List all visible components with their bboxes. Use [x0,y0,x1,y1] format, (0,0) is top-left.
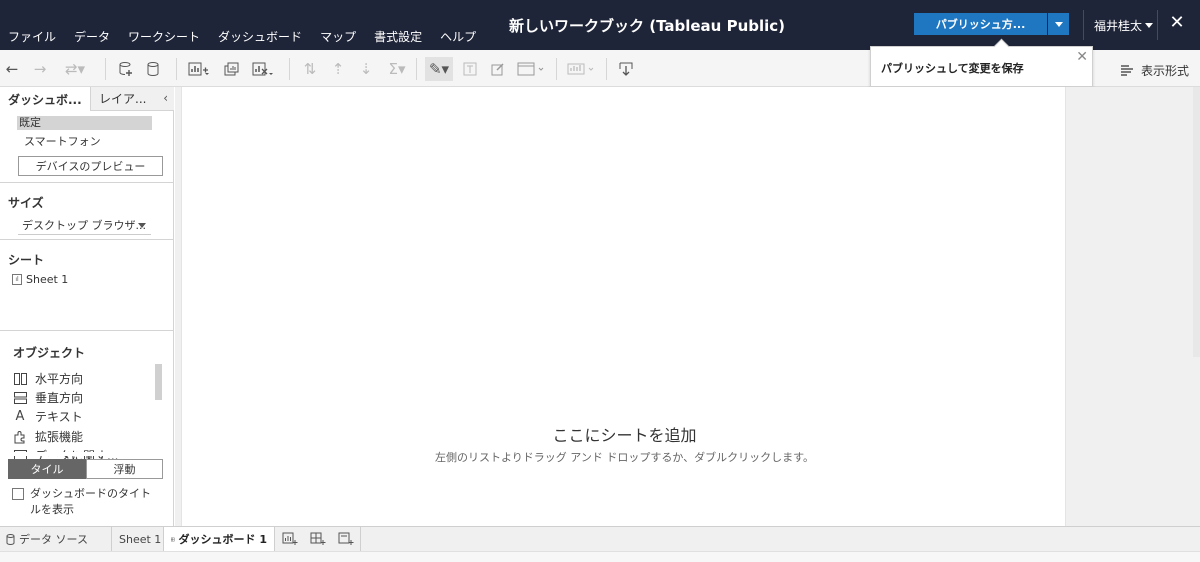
tab-sheet1[interactable]: Sheet 1 [112,527,164,551]
worksheet-icon: ıl [12,274,22,285]
new-worksheet-icon[interactable] [281,531,299,547]
float-toggle[interactable]: 浮動 [86,459,163,479]
section-divider [0,239,173,240]
chevron-left-icon[interactable]: ‹ [163,91,168,105]
tab-datasource-label: データ ソース [19,533,88,546]
size-section-title: サイズ [8,196,44,210]
object-horizontal-label: 水平方向 [35,372,84,386]
size-dropdown[interactable]: デスクトップ ブラウザ... [18,217,151,235]
show-me-label: 表示形式 [1141,64,1190,78]
close-icon[interactable]: ✕ [1167,12,1187,34]
menu-data[interactable]: データ [74,28,110,45]
user-name: 福井桂太 [1094,19,1143,33]
chevron-down-icon [1145,23,1154,28]
object-extension-label: 拡張機能 [35,430,84,444]
menu-bar: ファイル データ ワークシート ダッシュボード マップ 書式設定 ヘルプ [0,28,486,45]
show-me-icon [1121,64,1133,76]
horizontal-container-icon [13,372,27,386]
publish-dropdown-button[interactable] [1048,13,1069,35]
menu-dashboard[interactable]: ダッシュボード [218,28,302,45]
drop-zone-subtitle: 左側のリストよりドラッグ アンド ドロップするか、ダブルクリックします。 [434,451,814,464]
tab-dashboard1-label: ダッシュボード 1 [178,533,267,546]
canvas-area: ここにシートを追加 左側のリストよりドラッグ アンド ドロップするか、ダブルクリ… [175,87,1200,526]
annotation-icon[interactable] [488,59,508,79]
dashboard-icon [171,537,175,541]
new-worksheet-icon[interactable] [186,59,212,79]
vertical-container-icon [13,391,27,405]
header-divider [1157,10,1158,40]
download-icon[interactable] [616,59,636,79]
publish-tooltip: パブリッシュして変更を保存 ✕ [870,46,1093,87]
presentation-mode-icon[interactable] [566,59,596,79]
tab-dashboard1[interactable]: ダッシュボード 1 [164,527,275,551]
device-phone[interactable]: スマートフォン [24,133,101,149]
section-divider [0,182,173,183]
object-horizontal[interactable]: 水平方向 [13,370,83,387]
sort-descending-icon[interactable]: ⇣ [356,59,376,79]
tooltip-message: パブリッシュして変更を保存 [881,62,1024,75]
replay-icon[interactable]: ⇄▾ [58,59,92,79]
tab-layout[interactable]: レイア... ‹ [90,87,174,111]
menu-map[interactable]: マップ [320,28,356,45]
show-title-checkbox[interactable] [12,488,24,500]
canvas-scrollbar[interactable] [1193,87,1200,357]
object-text-label: テキスト [35,410,83,424]
chevron-down-icon [1054,21,1063,27]
menu-help[interactable]: ヘルプ [440,28,476,45]
sheet-tabs-bar: データ ソース Sheet 1 ダッシュボード 1 [0,526,1200,562]
object-extension[interactable]: 拡張機能 [13,428,83,445]
new-story-icon[interactable] [337,531,355,547]
dashboard-side-panel: ダッシュボ... レイア... ‹ 既定 スマートフォン デバイスのプレビュー … [0,87,174,526]
sheet-list-item[interactable]: ıl Sheet 1 [12,273,68,286]
object-text[interactable]: A テキスト [13,408,83,425]
redo-icon[interactable]: → [30,59,50,79]
workbook-title: 新しいワークブック (Tableau Public) [509,17,786,35]
status-bar [0,551,1200,562]
device-preview-button[interactable]: デバイスのプレビュー [18,156,163,176]
object-vertical[interactable]: 垂直方向 [13,389,83,406]
objects-section-title: オブジェクト [13,346,86,360]
clear-sheet-icon[interactable] [250,59,276,79]
tile-toggle[interactable]: タイル [8,459,86,479]
menu-format[interactable]: 書式設定 [374,28,422,45]
puzzle-icon [13,430,27,444]
pause-updates-icon[interactable] [144,59,164,79]
sheets-section-title: シート [8,253,45,267]
top-bar: ファイル データ ワークシート ダッシュボード マップ 書式設定 ヘルプ 新しい… [0,0,1200,50]
tab-layout-label: レイア... [99,92,147,106]
tab-datasource[interactable]: データ ソース [0,527,112,551]
dashboard-canvas[interactable]: ここにシートを追加 左側のリストよりドラッグ アンド ドロップするか、ダブルクリ… [181,87,1066,526]
object-vertical-label: 垂直方向 [35,391,84,405]
tab-dashboard[interactable]: ダッシュボ... [0,87,90,111]
close-icon[interactable]: ✕ [1076,49,1088,65]
swap-icon[interactable]: ⇅ [300,59,320,79]
section-divider [0,330,173,331]
drop-zone-title: ここにシートを追加 [552,426,697,445]
new-dashboard-icon[interactable] [309,531,327,547]
sort-ascending-icon[interactable]: ⇡ [328,59,348,79]
menu-file[interactable]: ファイル [8,28,56,45]
highlight-icon[interactable]: ✎▾ [425,57,453,81]
show-title-label: ダッシュボードのタイトルを表示 [30,487,151,516]
database-icon [6,533,15,545]
show-me-button[interactable]: 表示形式 [1120,62,1189,79]
text-object-icon: A [15,409,25,424]
totals-icon[interactable]: Σ▾ [384,59,410,79]
show-title-option[interactable]: ダッシュボードのタイトルを表示 [12,486,160,518]
device-default[interactable]: 既定 [17,116,152,130]
duplicate-icon[interactable] [221,59,241,79]
sheet-item-label: Sheet 1 [26,273,69,286]
new-datasource-icon[interactable] [116,59,136,79]
publish-button[interactable]: パブリッシュ方... [914,13,1047,35]
menu-worksheet[interactable]: ワークシート [128,28,200,45]
objects-scrollbar[interactable] [155,364,162,400]
fit-icon[interactable] [516,59,546,79]
text-label-icon[interactable] [460,59,480,79]
undo-icon[interactable]: ← [2,59,22,79]
chevron-down-icon [138,223,146,228]
user-menu[interactable]: 福井桂太 [1094,17,1154,34]
header-divider [1083,10,1084,40]
size-value: デスクトップ ブラウザ... [22,219,146,232]
